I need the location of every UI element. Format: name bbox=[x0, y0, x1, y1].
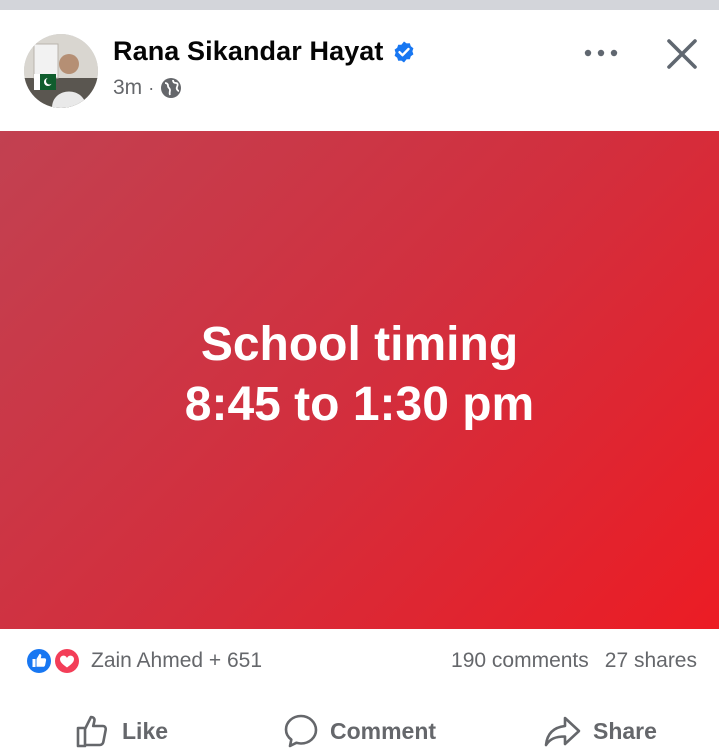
share-label: Share bbox=[593, 717, 657, 744]
comment-button[interactable]: Comment bbox=[282, 712, 436, 750]
post-meta: 3m · bbox=[113, 76, 182, 100]
meta-separator: · bbox=[148, 77, 155, 98]
reactions-summary: Zain Ahmed + 651 190 comments 27 shares bbox=[0, 630, 719, 692]
author-row: Rana Sikandar Hayat bbox=[113, 36, 416, 67]
close-button[interactable] bbox=[660, 32, 704, 76]
avatar[interactable] bbox=[24, 34, 98, 108]
post-image[interactable]: School timing 8:45 to 1:30 pm bbox=[0, 131, 719, 629]
top-divider bbox=[0, 0, 719, 10]
reaction-icons[interactable] bbox=[24, 646, 84, 676]
author-name[interactable]: Rana Sikandar Hayat bbox=[113, 36, 384, 67]
close-icon bbox=[667, 39, 697, 69]
comments-count[interactable]: 190 comments bbox=[451, 649, 589, 673]
share-icon bbox=[544, 716, 581, 747]
like-button[interactable]: Like bbox=[74, 712, 168, 750]
thumbs-up-icon bbox=[76, 715, 108, 748]
engagement-stats: 190 comments 27 shares bbox=[451, 649, 697, 673]
share-button[interactable]: Share bbox=[543, 712, 657, 750]
reaction-names[interactable]: Zain Ahmed + 651 bbox=[91, 649, 262, 673]
post-actions: Like Comment Share bbox=[0, 700, 719, 750]
shares-count[interactable]: 27 shares bbox=[605, 649, 697, 673]
like-icon bbox=[25, 647, 53, 675]
post-time[interactable]: 3m bbox=[113, 76, 142, 100]
like-label: Like bbox=[122, 717, 169, 744]
post-image-text-line-1: School timing bbox=[200, 318, 519, 371]
more-options-button[interactable] bbox=[578, 38, 624, 68]
comment-icon bbox=[284, 714, 318, 748]
globe-icon bbox=[160, 77, 182, 99]
verified-badge-icon bbox=[392, 40, 416, 64]
comment-label: Comment bbox=[330, 717, 437, 744]
more-horizontal-icon bbox=[584, 49, 618, 57]
post-image-text-line-2: 8:45 to 1:30 pm bbox=[184, 378, 535, 431]
post-header: Rana Sikandar Hayat 3m · bbox=[0, 10, 719, 131]
love-icon bbox=[53, 647, 81, 675]
